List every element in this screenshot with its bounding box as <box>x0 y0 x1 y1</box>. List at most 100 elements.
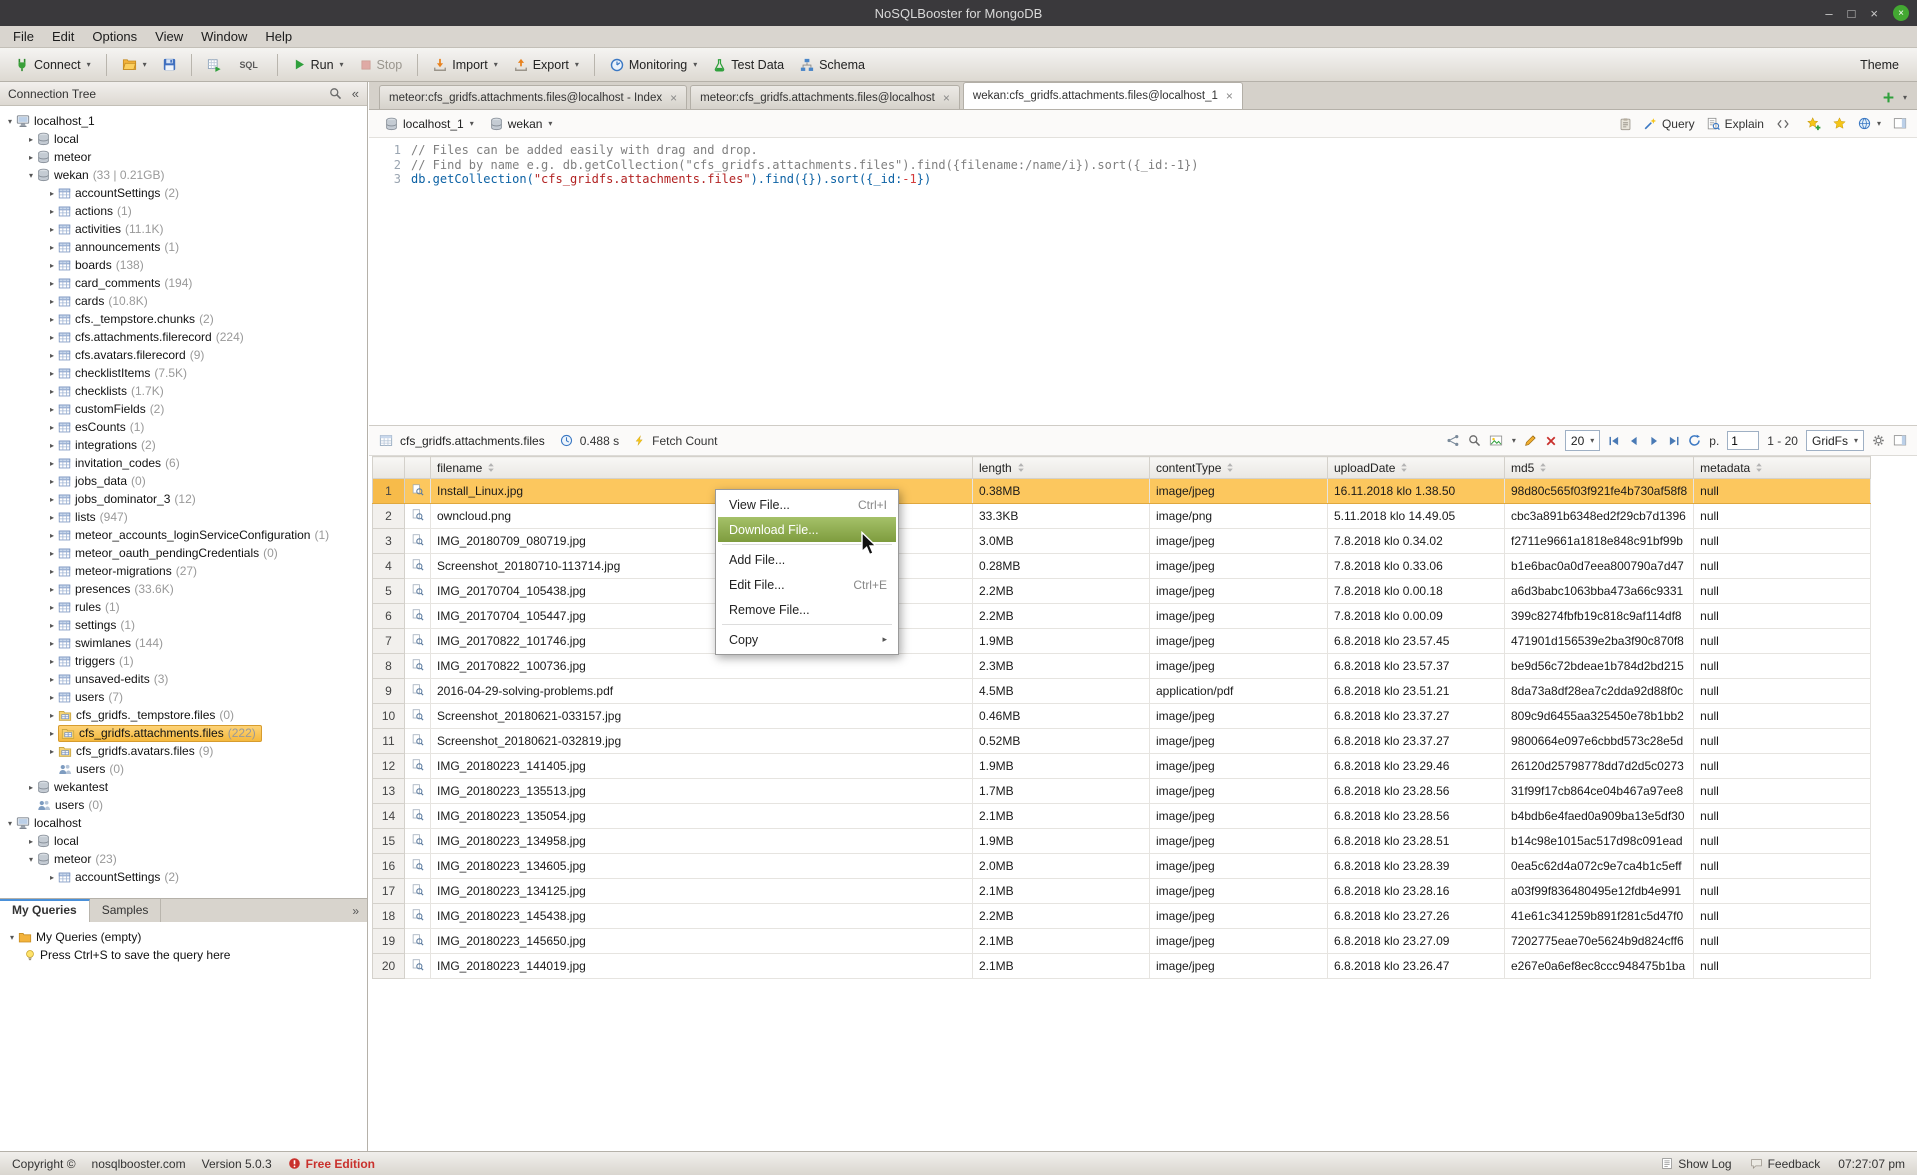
expander-open-icon[interactable]: ▾ <box>25 855 37 864</box>
menu-window[interactable]: Window <box>192 26 256 47</box>
globe-button[interactable]: ▾ <box>1858 117 1881 130</box>
expander-closed-icon[interactable]: ▸ <box>46 369 58 378</box>
expander-closed-icon[interactable]: ▸ <box>46 261 58 270</box>
tree-item[interactable]: ▸wekantest <box>0 778 367 796</box>
expander-closed-icon[interactable]: ▸ <box>46 693 58 702</box>
edit-document-icon[interactable] <box>1524 434 1537 447</box>
share-icon[interactable] <box>1446 434 1460 447</box>
tree-item[interactable]: ▸jobs_dominator_3(12) <box>0 490 367 508</box>
tree-item[interactable]: ▸users(7) <box>0 688 367 706</box>
expander-closed-icon[interactable]: ▸ <box>46 639 58 648</box>
code-button[interactable] <box>1776 118 1795 130</box>
column-header-length[interactable]: length <box>973 457 1150 479</box>
tree-item[interactable]: ▸jobs_data(0) <box>0 472 367 490</box>
expander-closed-icon[interactable]: ▸ <box>46 747 58 756</box>
table-row[interactable]: 3IMG_20180709_080719.jpg3.0MBimage/jpeg7… <box>373 529 1871 554</box>
test-data-button[interactable]: Test Data <box>706 54 791 76</box>
expander-closed-icon[interactable]: ▸ <box>46 243 58 252</box>
expander-closed-icon[interactable]: ▸ <box>46 459 58 468</box>
lightning-icon[interactable] <box>634 434 645 447</box>
sidebar-tab-samples[interactable]: Samples <box>90 899 162 922</box>
tree-item[interactable]: users(0) <box>0 760 367 778</box>
preview-cell[interactable] <box>405 879 431 904</box>
table-row[interactable]: 18IMG_20180223_145438.jpg2.2MBimage/jpeg… <box>373 904 1871 929</box>
favorites-icon[interactable] <box>1833 117 1846 130</box>
expander-closed-icon[interactable]: ▸ <box>25 135 37 144</box>
last-page-icon[interactable] <box>1668 435 1680 447</box>
search-icon[interactable] <box>329 87 342 100</box>
column-header-filename[interactable]: filename <box>431 457 973 479</box>
table-row[interactable]: 17IMG_20180223_134125.jpg2.1MBimage/jpeg… <box>373 879 1871 904</box>
preview-cell[interactable] <box>405 929 431 954</box>
show-log-button[interactable]: Show Log <box>1661 1157 1731 1171</box>
table-row[interactable]: 19IMG_20180223_145650.jpg2.1MBimage/jpeg… <box>373 929 1871 954</box>
tree-item[interactable]: users(0) <box>0 796 367 814</box>
menu-help[interactable]: Help <box>256 26 301 47</box>
table-row[interactable]: 92016-04-29-solving-problems.pdf4.5MBapp… <box>373 679 1871 704</box>
table-row[interactable]: 11Screenshot_20180621-032819.jpg0.52MBim… <box>373 729 1871 754</box>
expander-closed-icon[interactable]: ▸ <box>46 567 58 576</box>
expander-closed-icon[interactable]: ▸ <box>46 279 58 288</box>
context-menu-item[interactable]: Remove File... <box>718 597 896 622</box>
tree-item[interactable]: ▸actions(1) <box>0 202 367 220</box>
tree-item[interactable]: ▸accountSettings(2) <box>0 868 367 886</box>
tree-item[interactable]: ▸unsaved-edits(3) <box>0 670 367 688</box>
expander-closed-icon[interactable]: ▸ <box>46 423 58 432</box>
expander-closed-icon[interactable]: ▸ <box>46 729 58 738</box>
table-row[interactable]: 7IMG_20170822_101746.jpg1.9MBimage/jpeg6… <box>373 629 1871 654</box>
run-button[interactable]: Run▾ <box>286 54 351 76</box>
tree-item[interactable]: ▸checklistItems(7.5K) <box>0 364 367 382</box>
query-button[interactable]: Query <box>1644 117 1695 131</box>
table-row[interactable]: 16IMG_20180223_134605.jpg2.0MBimage/jpeg… <box>373 854 1871 879</box>
tree-item[interactable]: ▸card_comments(194) <box>0 274 367 292</box>
expander-closed-icon[interactable]: ▸ <box>46 387 58 396</box>
expand-panel-icon[interactable]: » <box>352 904 359 918</box>
gear-icon[interactable] <box>1872 434 1885 447</box>
maximize-button[interactable]: □ <box>1848 7 1856 20</box>
tree-item[interactable]: ▸cfs_gridfs.avatars.files(9) <box>0 742 367 760</box>
tree-item[interactable]: ▸local <box>0 832 367 850</box>
tree-item[interactable]: ▸announcements(1) <box>0 238 367 256</box>
tree-item[interactable]: ▸checklists(1.7K) <box>0 382 367 400</box>
context-menu-item[interactable]: Edit File...Ctrl+E <box>718 572 896 597</box>
open-file-button[interactable]: ▾ <box>115 54 154 76</box>
sidebar-tab-my-queries[interactable]: My Queries <box>0 899 90 922</box>
preview-cell[interactable] <box>405 629 431 654</box>
add-favorite-icon[interactable] <box>1807 117 1821 131</box>
expander-open-icon[interactable]: ▾ <box>4 819 16 828</box>
tree-item[interactable]: ▾localhost_1 <box>0 112 367 130</box>
find-in-results-icon[interactable] <box>1468 434 1481 447</box>
table-row[interactable]: 6IMG_20170704_105447.jpg2.2MBimage/jpeg7… <box>373 604 1871 629</box>
tree-item[interactable]: ▸cfs.avatars.filerecord(9) <box>0 346 367 364</box>
first-page-icon[interactable] <box>1608 435 1620 447</box>
tree-item[interactable]: ▸meteor <box>0 148 367 166</box>
document-tab[interactable]: meteor:cfs_gridfs.attachments.files@loca… <box>690 85 960 109</box>
expander-closed-icon[interactable]: ▸ <box>46 675 58 684</box>
tree-item[interactable]: ▸swimlanes(144) <box>0 634 367 652</box>
page-input[interactable] <box>1727 431 1759 450</box>
column-header-uploadDate[interactable]: uploadDate <box>1328 457 1505 479</box>
schema-button[interactable]: Schema <box>793 54 872 76</box>
tree-item[interactable]: ▸lists(947) <box>0 508 367 526</box>
tree-item[interactable]: ▾meteor(23) <box>0 850 367 868</box>
collapse-sidebar-icon[interactable]: « <box>352 86 359 101</box>
preview-cell[interactable] <box>405 829 431 854</box>
expander-open-icon[interactable]: ▾ <box>25 171 37 180</box>
close-tab-icon[interactable]: × <box>670 91 677 105</box>
table-row[interactable]: 2owncloud.png33.3KBimage/png5.11.2018 kl… <box>373 504 1871 529</box>
free-edition-badge[interactable]: Free Edition <box>288 1157 375 1171</box>
preview-cell[interactable] <box>405 729 431 754</box>
tree-item[interactable]: ▸meteor_accounts_loginServiceConfigurati… <box>0 526 367 544</box>
expander-closed-icon[interactable]: ▸ <box>25 153 37 162</box>
preview-cell[interactable] <box>405 904 431 929</box>
tree-item[interactable]: ▸activities(11.1K) <box>0 220 367 238</box>
code-editor[interactable]: 123 // Files can be added easily with dr… <box>369 138 1917 425</box>
table-row[interactable]: 10Screenshot_20180621-033157.jpg0.46MBim… <box>373 704 1871 729</box>
export-table-button[interactable] <box>200 54 229 76</box>
table-row[interactable]: 13IMG_20180223_135513.jpg1.7MBimage/jpeg… <box>373 779 1871 804</box>
tree-item[interactable]: ▸boards(138) <box>0 256 367 274</box>
save-button[interactable] <box>156 54 183 75</box>
monitoring-button[interactable]: Monitoring▾ <box>603 54 704 76</box>
expander-closed-icon[interactable]: ▸ <box>46 405 58 414</box>
previous-page-icon[interactable] <box>1628 435 1640 447</box>
